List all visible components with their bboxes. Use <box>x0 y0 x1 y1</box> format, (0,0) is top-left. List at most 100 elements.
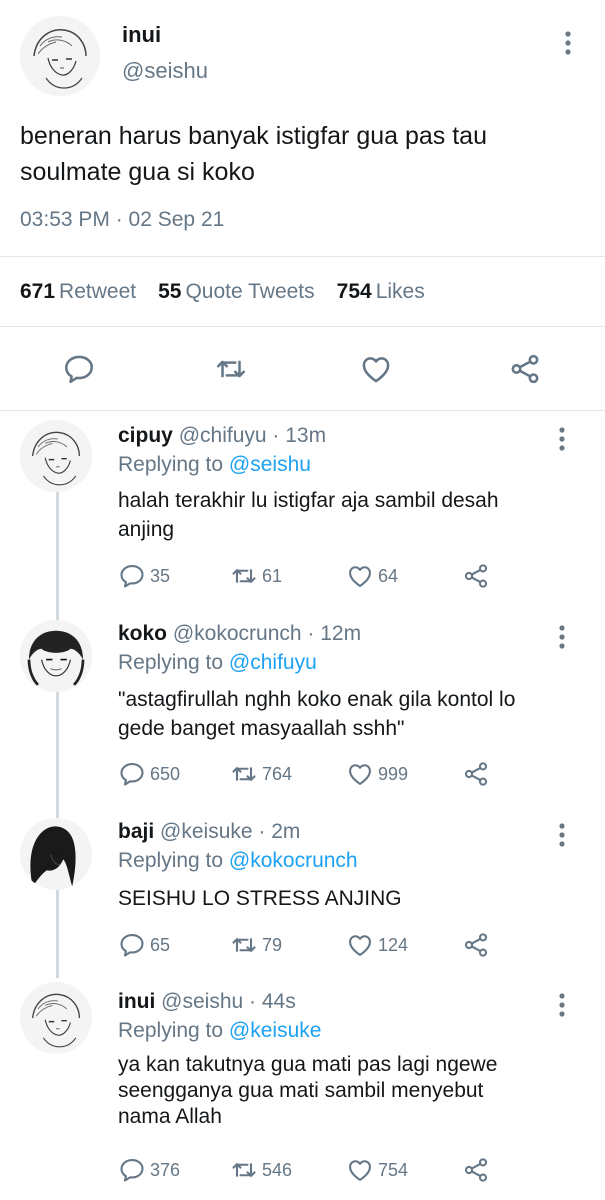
reply-author-handle[interactable]: @kokocrunch <box>173 622 302 645</box>
divider <box>0 326 605 327</box>
avatar[interactable] <box>20 420 92 492</box>
author-avatar[interactable] <box>20 16 100 96</box>
share-icon[interactable] <box>508 352 542 386</box>
reply-author-name[interactable]: cipuy <box>118 424 173 447</box>
reply-icon[interactable] <box>62 352 96 386</box>
retweets-count: 671 <box>20 280 56 303</box>
tweet-text-line: beneran harus banyak istigfar gua pas ta… <box>20 122 487 150</box>
replying-to-link[interactable]: @keisuke <box>229 1019 322 1042</box>
reply-action[interactable]: 376 <box>118 1156 180 1184</box>
like-icon <box>346 931 374 959</box>
retweets-label: Retweet <box>59 280 137 303</box>
reply-author-handle[interactable]: @keisuke <box>160 820 253 843</box>
like-action[interactable]: 999 <box>346 760 408 788</box>
retweet-icon <box>230 931 258 959</box>
reply-text: "astagfirullah nghh koko enak gila konto… <box>118 685 578 743</box>
divider <box>0 256 605 257</box>
replying-to-link[interactable]: @kokocrunch <box>229 849 358 872</box>
share-action[interactable] <box>462 760 494 788</box>
more-vertical-icon[interactable] <box>552 990 572 1020</box>
author-name[interactable]: inui <box>122 22 161 48</box>
reply-icon <box>118 1156 146 1184</box>
thread-line <box>56 492 59 978</box>
retweet-icon <box>230 562 258 590</box>
tweet-text-line: soulmate gua si koko <box>20 158 255 186</box>
more-vertical-icon[interactable] <box>552 424 572 454</box>
like-action[interactable]: 754 <box>346 1156 408 1184</box>
reply-count: 376 <box>150 1159 181 1180</box>
reply-action[interactable]: 35 <box>118 562 170 590</box>
divider <box>0 410 605 411</box>
reply-text-line: SEISHU LO STRESS ANJING <box>118 887 402 910</box>
reply-header: baji @keisuke · 2m <box>118 820 300 844</box>
retweet-icon <box>230 1156 258 1184</box>
quotes-count: 55 <box>158 280 182 303</box>
like-count: 124 <box>378 934 409 955</box>
retweets-stat[interactable]: 671 Retweet <box>20 280 136 304</box>
reply-time: · 2m <box>258 820 301 843</box>
share-icon <box>462 931 490 959</box>
retweet-action[interactable]: 764 <box>230 760 292 788</box>
reply-header: inui @seishu · 44s <box>118 990 296 1014</box>
reply-text-line: gede banget masyaallah sshh" <box>118 717 405 740</box>
share-icon <box>462 562 490 590</box>
replying-to: Replying to @kokocrunch <box>118 849 358 873</box>
tweet-timestamp[interactable]: 03:53 PM · 02 Sep 21 <box>20 208 224 232</box>
reply-text-line: seengganya gua mati sambil menyebut <box>118 1079 484 1102</box>
avatar[interactable] <box>20 818 92 890</box>
share-action[interactable] <box>462 1156 494 1184</box>
replying-prefix: Replying to <box>118 453 224 476</box>
likes-stat[interactable]: 754 Likes <box>337 280 425 304</box>
share-action[interactable] <box>462 931 494 959</box>
more-vertical-icon[interactable] <box>552 820 572 850</box>
like-count: 754 <box>378 1159 409 1180</box>
retweet-count: 61 <box>262 565 283 586</box>
more-vertical-icon[interactable] <box>552 622 572 652</box>
tweet-text: beneran harus banyak istigfar gua pas ta… <box>20 118 590 190</box>
like-action[interactable]: 124 <box>346 931 408 959</box>
retweet-action[interactable]: 79 <box>230 931 282 959</box>
quotes-label: Quote Tweets <box>185 280 315 303</box>
replying-to-link[interactable]: @chifuyu <box>229 651 317 674</box>
avatar[interactable] <box>20 982 92 1054</box>
retweet-icon[interactable] <box>214 352 248 386</box>
reply-text: SEISHU LO STRESS ANJING <box>118 884 578 913</box>
replying-prefix: Replying to <box>118 651 224 674</box>
replying-to-link[interactable]: @seishu <box>229 453 311 476</box>
replying-to: Replying to @keisuke <box>118 1019 321 1043</box>
quotes-stat[interactable]: 55 Quote Tweets <box>158 280 315 304</box>
reply-action[interactable]: 650 <box>118 760 180 788</box>
reply-header: cipuy @chifuyu · 13m <box>118 424 326 448</box>
share-action[interactable] <box>462 562 494 590</box>
reply-text: ya kan takutnya gua mati pas lagi ngewe … <box>118 1052 578 1130</box>
like-action[interactable]: 64 <box>346 562 398 590</box>
reply-author-handle[interactable]: @seishu <box>161 990 243 1013</box>
reply-time: · 13m <box>272 424 327 447</box>
retweet-action[interactable]: 61 <box>230 562 282 590</box>
reply-icon <box>118 562 146 590</box>
reply-icon <box>118 760 146 788</box>
retweet-count: 764 <box>262 763 293 784</box>
retweet-icon <box>230 760 258 788</box>
reply-count: 650 <box>150 763 181 784</box>
reply-text-line: ya kan takutnya gua mati pas lagi ngewe <box>118 1053 498 1076</box>
like-count: 999 <box>378 763 409 784</box>
reply-author-handle[interactable]: @chifuyu <box>179 424 267 447</box>
reply-text: halah terakhir lu istigfar aja sambil de… <box>118 486 578 544</box>
avatar[interactable] <box>20 620 92 692</box>
reply-author-name[interactable]: koko <box>118 622 167 645</box>
more-vertical-icon[interactable] <box>558 28 578 58</box>
reply-icon <box>118 931 146 959</box>
reply-count: 35 <box>150 565 171 586</box>
retweet-action[interactable]: 546 <box>230 1156 292 1184</box>
like-count: 64 <box>378 565 399 586</box>
reply-author-name[interactable]: baji <box>118 820 154 843</box>
reply-time: · 44s <box>249 990 296 1013</box>
like-icon[interactable] <box>359 352 393 386</box>
reply-author-name[interactable]: inui <box>118 990 155 1013</box>
reply-action[interactable]: 65 <box>118 931 170 959</box>
share-icon <box>462 1156 490 1184</box>
author-handle[interactable]: @seishu <box>122 58 208 84</box>
reply-header: koko @kokocrunch · 12m <box>118 622 361 646</box>
retweet-count: 546 <box>262 1159 293 1180</box>
